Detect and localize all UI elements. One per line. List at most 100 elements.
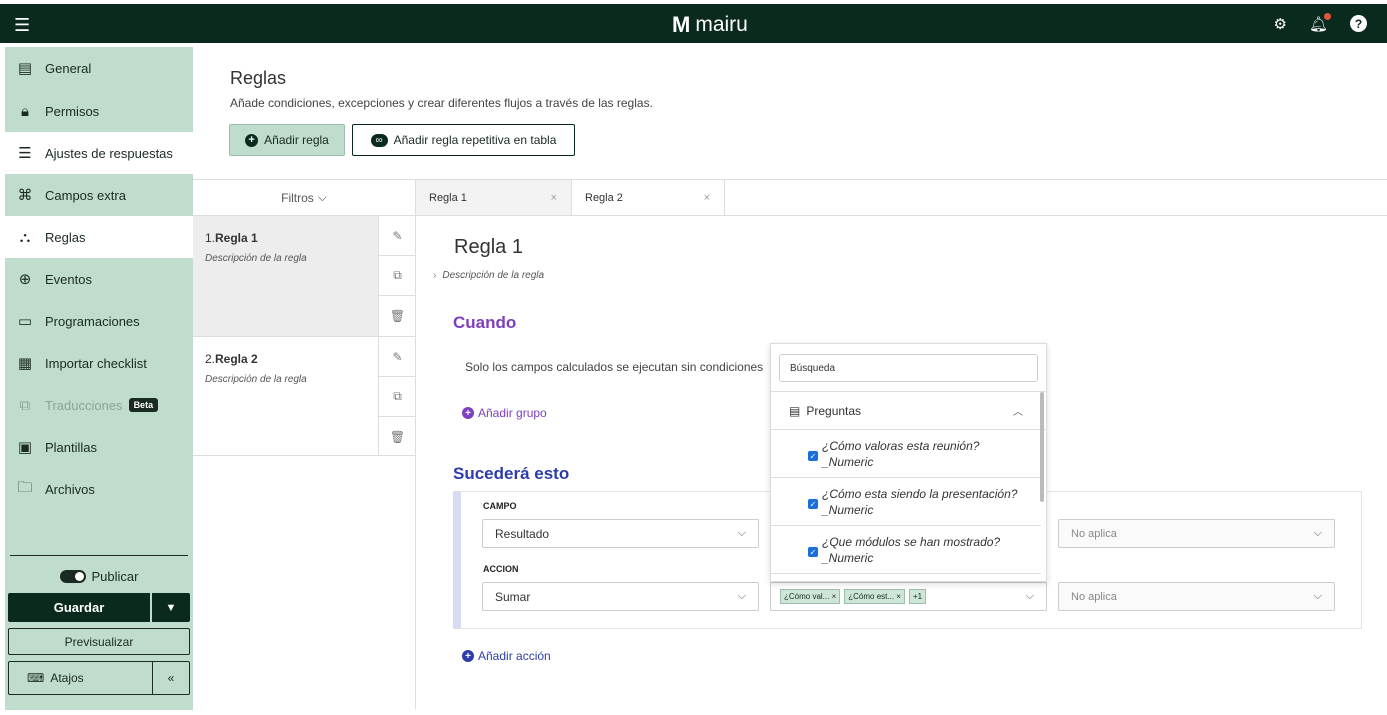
caret-down-icon[interactable]: ▼ — [152, 593, 190, 622]
rule-editor-description[interactable]: › Descripción de la regla — [433, 270, 544, 281]
sidebar-divider — [10, 555, 188, 556]
sidebar-item-label: General — [45, 60, 92, 76]
collapse-icon[interactable]: « — [153, 662, 189, 694]
bell-icon[interactable]: 🔔︎ — [1309, 13, 1331, 33]
copy-icon[interactable]: ⧉ — [379, 377, 416, 417]
filters-dropdown[interactable]: Filtros ⌵ — [193, 180, 415, 215]
sidebar-item-importar-checklist[interactable]: ▦ Importar checklist — [5, 342, 193, 384]
checkbox-checked-icon[interactable]: ✓ — [808, 451, 818, 461]
sidebar-item-eventos[interactable]: ⊕ Eventos — [5, 258, 193, 300]
selected-chip[interactable]: ¿Cómo est... × — [844, 589, 905, 604]
sidebar-item-label: Campos extra — [45, 187, 126, 203]
na-select-2[interactable]: No aplica ⌵ — [1058, 582, 1335, 611]
add-action-button[interactable]: + Añadir acción — [462, 649, 551, 663]
option-label: ¿Cómo esta siendo la presentación? — [822, 487, 1018, 501]
app-name: mairu — [695, 13, 748, 36]
selected-chip[interactable]: ¿Cómo val... × — [780, 589, 841, 604]
add-group-button[interactable]: + Añadir grupo — [462, 406, 547, 420]
rule-list-item[interactable]: 1.Regla 1 Descripción de la regla ✎ ⧉ 🗑︎ — [193, 216, 416, 337]
option-type: _Numeric — [822, 551, 874, 565]
command-icon: ⌘ — [17, 187, 33, 204]
page-title: Reglas — [230, 68, 287, 88]
add-repeat-rule-button[interactable]: ∞ Añadir regla repetitiva en tabla — [352, 124, 575, 156]
help-icon[interactable]: ? — [1350, 15, 1367, 32]
rule-title: Regla 1 — [215, 231, 258, 245]
sidebar-item-general[interactable]: ▤ General — [5, 47, 193, 89]
option-label: ¿Que módulos se han mostrado? — [822, 535, 1001, 549]
preview-button[interactable]: Previsualizar — [8, 628, 190, 655]
tab-regla-1[interactable]: Regla 1 × — [416, 180, 572, 215]
publish-toggle[interactable]: Publicar — [5, 569, 193, 584]
field-select[interactable]: Resultado ⌵ — [482, 519, 759, 548]
checkbox-checked-icon[interactable]: ✓ — [808, 547, 818, 557]
checkbox-checked-icon[interactable]: ✓ — [808, 499, 818, 509]
na-select-1[interactable]: No aplica ⌵ — [1058, 519, 1335, 548]
rule-editor-title[interactable]: Regla 1 — [454, 236, 523, 259]
rule-description: Descripción de la regla — [205, 253, 307, 264]
sidebar-item-programaciones[interactable]: ▭ Programaciones — [5, 300, 193, 342]
search-input[interactable]: Búsqueda — [779, 354, 1038, 382]
rule-name: 1.Regla 1 — [205, 231, 258, 245]
rule-description-text: Descripción de la regla — [442, 270, 545, 281]
sidebar-item-label: Traducciones — [45, 397, 123, 413]
rule-item-body[interactable]: 2.Regla 2 Descripción de la regla — [193, 337, 378, 455]
edit-icon[interactable]: ✎ — [379, 337, 416, 377]
settings-icon[interactable]: ⚙ — [1274, 15, 1287, 33]
trash-icon[interactable]: 🗑︎ — [379, 296, 416, 336]
chevron-right-icon: › — [433, 270, 437, 281]
rule-name: 2.Regla 2 — [205, 352, 258, 366]
add-action-label: Añadir acción — [478, 649, 551, 663]
add-rule-button[interactable]: + Añadir regla — [229, 124, 345, 156]
questions-multiselect[interactable]: ¿Cómo val... × ¿Cómo est... × +1 ⌵ — [770, 582, 1047, 611]
list-icon: ▤ — [789, 403, 801, 418]
filters-label: Filtros — [281, 190, 314, 205]
sidebar-item-archivos[interactable]: 🗀︎ Archivos — [5, 468, 193, 510]
copy-icon[interactable]: ⧉ — [379, 256, 416, 296]
logo-icon: M — [672, 12, 691, 37]
shortcuts-button[interactable]: ⌨ Atajos — [9, 662, 153, 694]
toggle-icon[interactable] — [59, 570, 86, 583]
na-value: No aplica — [1071, 590, 1117, 603]
sliders-icon: ☰ — [18, 145, 32, 162]
close-icon[interactable]: × — [704, 192, 710, 204]
sidebar-item-campos-extra[interactable]: ⌘ Campos extra — [5, 174, 193, 216]
edit-icon[interactable]: ✎ — [379, 216, 416, 256]
list-item[interactable]: ✓ ¿Cómo valoras esta reunión? _Numeric — [771, 430, 1041, 478]
field-value: Resultado — [495, 526, 550, 541]
when-text: Solo los campos calculados se ejecutan s… — [465, 360, 764, 374]
list-item[interactable]: ✓ ¿Cómo esta siendo la presentación? _Num… — [771, 478, 1041, 526]
group-header-preguntas[interactable]: ▤ Preguntas ︿ — [771, 392, 1046, 430]
sidebar-item-traducciones[interactable]: ⧉ Traducciones Beta — [5, 384, 193, 426]
scrollbar[interactable] — [1040, 392, 1044, 502]
app-logo: M mairu — [672, 12, 748, 38]
sidebar-item-label: Plantillas — [45, 439, 98, 455]
tab-regla-2[interactable]: Regla 2 × — [572, 180, 725, 215]
chevron-up-icon[interactable]: ︿ — [1013, 403, 1023, 418]
infinity-icon: ∞ — [370, 133, 388, 147]
sidebar-item-label: Archivos — [45, 481, 95, 497]
list-item[interactable]: ✓ ¿Que módulos se han mostrado? _Numeric — [771, 526, 1041, 574]
calendar-icon: ▭ — [17, 313, 33, 330]
sidebar-item-ajustes-respuestas[interactable]: ☰ Ajustes de respuestas — [5, 132, 193, 174]
option-label: ¿Cómo valoras esta reunión? — [822, 439, 980, 453]
save-button[interactable]: Guardar — [8, 593, 152, 622]
rule-actions: ✎ ⧉ 🗑︎ — [378, 337, 416, 457]
sidebar-item-plantillas[interactable]: ▣ Plantillas — [5, 426, 193, 468]
then-heading: Sucederá esto — [453, 464, 570, 483]
sidebar-item-permisos[interactable]: 🔒︎ Permisos — [5, 90, 193, 132]
sidebar-item-reglas[interactable]: ⛬ Reglas — [5, 216, 193, 258]
page-subtitle: Añade condiciones, excepciones y crear d… — [230, 96, 653, 110]
action-value: Sumar — [495, 589, 531, 604]
close-icon[interactable]: × — [551, 192, 557, 204]
document-icon: ▤ — [17, 60, 33, 77]
rule-title: Regla 2 — [215, 352, 258, 366]
rule-item-body[interactable]: 1.Regla 1 Descripción de la regla — [193, 216, 378, 336]
rule-list-item[interactable]: 2.Regla 2 Descripción de la regla ✎ ⧉ 🗑︎ — [193, 337, 416, 457]
menu-icon[interactable]: ☰ — [14, 15, 30, 36]
trash-icon[interactable]: 🗑︎ — [379, 417, 416, 457]
translate-icon: ⧉ — [19, 396, 31, 414]
beta-badge: Beta — [128, 398, 159, 412]
action-select[interactable]: Sumar ⌵ — [482, 582, 759, 611]
more-chip[interactable]: +1 — [908, 589, 927, 604]
sidebar-item-label: Programaciones — [45, 313, 140, 329]
